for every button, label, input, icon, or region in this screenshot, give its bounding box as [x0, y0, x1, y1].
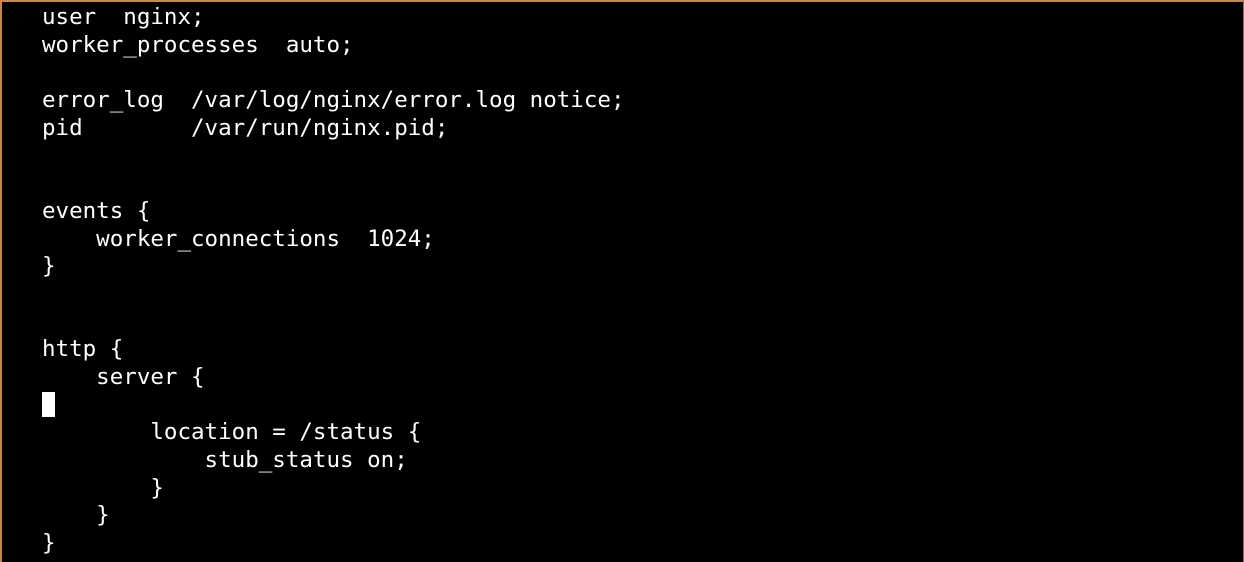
code-line-19: } [42, 502, 110, 529]
code-line-2: worker_processes auto; [42, 31, 354, 58]
code-line-17: stub_status on; [42, 447, 408, 473]
code-line-4: error_log /var/log/nginx/error.log notic… [42, 87, 625, 114]
editor-text-area[interactable]: user nginx; worker_processes auto; error… [42, 4, 1232, 558]
code-line-20: } [42, 530, 56, 557]
code-line-10: } [42, 253, 56, 280]
code-line-5: pid /var/run/nginx.pid; [42, 114, 449, 141]
text-cursor [42, 391, 55, 417]
code-line-18: } [42, 474, 164, 501]
window-border-top [0, 0, 1244, 2]
code-line-8: events { [42, 197, 151, 224]
code-line-13: http { [42, 336, 124, 363]
code-line-1: user nginx; [42, 4, 205, 30]
code-line-16: location = /status { [42, 419, 422, 446]
terminal-window[interactable]: user nginx; worker_processes auto; error… [0, 0, 1244, 562]
cursor-line[interactable] [42, 391, 1232, 420]
code-line-14: server { [42, 363, 205, 390]
window-border-left [0, 0, 2, 562]
code-line-9: worker_connections 1024; [42, 225, 435, 252]
